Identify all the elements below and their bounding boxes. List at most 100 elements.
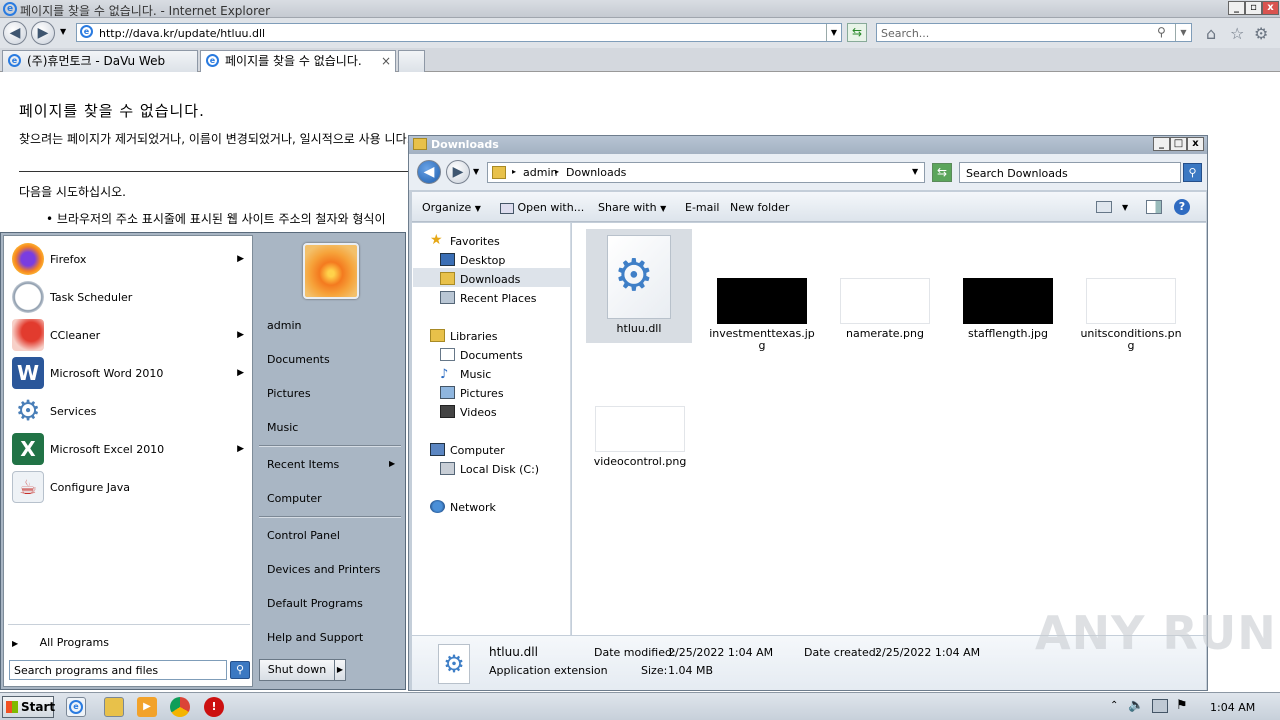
file-name[interactable]: unitsconditions.png [1078, 328, 1184, 352]
program-firefox[interactable]: Firefox ▶ [12, 242, 248, 276]
organize-button[interactable]: Organize ▼ [422, 201, 481, 214]
address-bar[interactable]: e http://dava.kr/update/htluu.dll ▼ [76, 23, 842, 42]
email-button[interactable]: E-mail [685, 201, 720, 214]
explorer-maximize-button[interactable]: □ [1170, 137, 1187, 151]
explorer-taskbar-icon[interactable] [104, 697, 124, 717]
program-label[interactable]: Microsoft Excel 2010 [50, 443, 164, 456]
explorer-back-button[interactable]: ◀ [417, 160, 441, 184]
favorites-star-icon[interactable]: ☆ [1230, 24, 1244, 43]
ie-taskbar-icon[interactable]: e [66, 697, 86, 717]
program-services[interactable]: ⚙ Services [12, 394, 248, 428]
program-excel[interactable]: X Microsoft Excel 2010 ▶ [12, 432, 248, 466]
file-item-namerate[interactable]: namerate.png [832, 278, 938, 340]
tab-close-icon[interactable]: × [381, 51, 391, 71]
maximize-button[interactable]: ▫ [1245, 1, 1262, 15]
nav-label[interactable]: Downloads [460, 273, 520, 286]
all-programs-button[interactable]: ▶ All Programs [12, 636, 109, 649]
history-dropdown-icon[interactable]: ▼ [60, 27, 66, 36]
program-configure-java[interactable]: ☕ Configure Java [12, 470, 248, 504]
network-tray-icon[interactable] [1152, 699, 1168, 713]
explorer-search-placeholder[interactable]: Search Downloads [966, 167, 1068, 180]
shutdown-button[interactable]: Shut down [259, 659, 335, 681]
file-name[interactable]: investmenttexas.jpg [709, 328, 815, 352]
nav-label[interactable]: Favorites [450, 235, 500, 248]
tray-expand-icon[interactable]: ⌃ [1110, 700, 1118, 711]
nav-label[interactable]: Network [450, 501, 496, 514]
start-item-devices-printers[interactable]: Devices and Printers [267, 563, 380, 576]
new-folder-button[interactable]: New folder [730, 201, 789, 214]
file-item-videocontrol[interactable]: videocontrol.png [587, 406, 693, 468]
search-dropdown-icon[interactable]: ▼ [1175, 24, 1191, 41]
tab-humantalk[interactable]: e (주)휴먼토크 - DaVu Web Secu... [2, 50, 198, 88]
recent-locations-icon[interactable]: ▼ [473, 167, 479, 176]
file-name[interactable]: htluu.dll [586, 323, 692, 335]
tab-label[interactable]: 페이지를 찾을 수 없습니다. [225, 54, 362, 68]
explorer-forward-button[interactable]: ▶ [446, 160, 470, 184]
forward-button[interactable]: ▶ [31, 21, 55, 45]
address-dropdown-icon[interactable]: ▼ [826, 24, 841, 41]
explorer-search-input[interactable]: Search Downloads [959, 162, 1181, 183]
start-label[interactable]: Start [21, 700, 55, 714]
nav-label[interactable]: Pictures [460, 387, 504, 400]
program-task-scheduler[interactable]: Task Scheduler [12, 280, 248, 314]
all-programs-label[interactable]: All Programs [40, 636, 109, 649]
close-button[interactable]: x [1262, 1, 1279, 15]
ie-search-placeholder[interactable]: Search... [881, 27, 929, 40]
start-item-recent-items[interactable]: Recent Items [267, 458, 339, 471]
preview-pane-icon[interactable] [1146, 200, 1162, 214]
tab-page-not-found[interactable]: e 페이지를 찾을 수 없습니다. × [200, 50, 396, 72]
user-picture[interactable] [303, 243, 359, 299]
warning-app-icon[interactable]: ! [204, 697, 224, 717]
explorer-minimize-button[interactable]: _ [1153, 137, 1170, 151]
file-item-stafflength[interactable]: stafflength.jpg [955, 278, 1061, 340]
view-dropdown-icon[interactable]: ▼ [1122, 203, 1128, 212]
program-label[interactable]: Firefox [50, 253, 86, 266]
search-icon[interactable]: ⚲ [1157, 25, 1166, 39]
view-icon[interactable] [1096, 201, 1112, 213]
program-label[interactable]: Configure Java [50, 481, 130, 494]
breadcrumb-admin[interactable]: admin [523, 166, 557, 179]
file-item-investmenttexas[interactable]: investmenttexas.jpg [709, 278, 815, 352]
share-with-label[interactable]: Share with [598, 201, 657, 214]
file-item-htluu[interactable]: ⚙ htluu.dll [586, 229, 692, 343]
nav-label[interactable]: Documents [460, 349, 523, 362]
start-item-computer[interactable]: Computer [267, 492, 322, 505]
nav-label[interactable]: Videos [460, 406, 497, 419]
chrome-icon[interactable] [170, 697, 190, 717]
program-label[interactable]: Task Scheduler [50, 291, 132, 304]
start-item-documents[interactable]: Documents [267, 353, 330, 366]
nav-label[interactable]: Music [460, 368, 491, 381]
back-button[interactable]: ◀ [3, 21, 27, 45]
minimize-button[interactable]: _ [1228, 1, 1245, 15]
start-search-input[interactable]: Search programs and files [9, 660, 227, 680]
explorer-close-button[interactable]: x [1187, 137, 1204, 151]
action-center-flag-icon[interactable]: ⚑ [1176, 698, 1188, 713]
start-item-user[interactable]: admin [267, 319, 301, 332]
tools-gear-icon[interactable]: ⚙ [1254, 24, 1268, 43]
refresh-icon[interactable]: ⇆ [932, 163, 952, 182]
search-icon[interactable]: ⚲ [1183, 163, 1202, 182]
nav-label[interactable]: Libraries [450, 330, 498, 343]
start-item-default-programs[interactable]: Default Programs [267, 597, 363, 610]
start-button[interactable]: Start [2, 696, 55, 718]
program-word[interactable]: W Microsoft Word 2010 ▶ [12, 356, 248, 390]
file-item-unitsconditions[interactable]: unitsconditions.png [1078, 278, 1184, 352]
program-label[interactable]: Microsoft Word 2010 [50, 367, 163, 380]
share-with-button[interactable]: Share with ▼ [598, 201, 666, 214]
nav-label[interactable]: Recent Places [460, 292, 537, 305]
ie-search-box[interactable]: Search... ⚲ ▼ [876, 23, 1192, 42]
explorer-breadcrumb[interactable]: ▸ admin ▸ Downloads ▼ [487, 162, 925, 183]
open-with-button[interactable]: Open with... [500, 201, 584, 214]
nav-label[interactable]: Computer [450, 444, 505, 457]
start-item-pictures[interactable]: Pictures [267, 387, 311, 400]
new-tab-button[interactable] [398, 50, 425, 72]
nav-label[interactable]: Local Disk (C:) [460, 463, 539, 476]
home-icon[interactable]: ⌂ [1206, 24, 1216, 43]
start-search-placeholder[interactable]: Search programs and files [14, 664, 158, 677]
open-with-label[interactable]: Open with... [518, 201, 585, 214]
path-dropdown-icon[interactable]: ▼ [912, 167, 918, 176]
refresh-icon[interactable]: ⇆ [847, 23, 867, 42]
program-label[interactable]: Services [50, 405, 96, 418]
program-ccleaner[interactable]: CCleaner ▶ [12, 318, 248, 352]
file-name[interactable]: videocontrol.png [587, 456, 693, 468]
